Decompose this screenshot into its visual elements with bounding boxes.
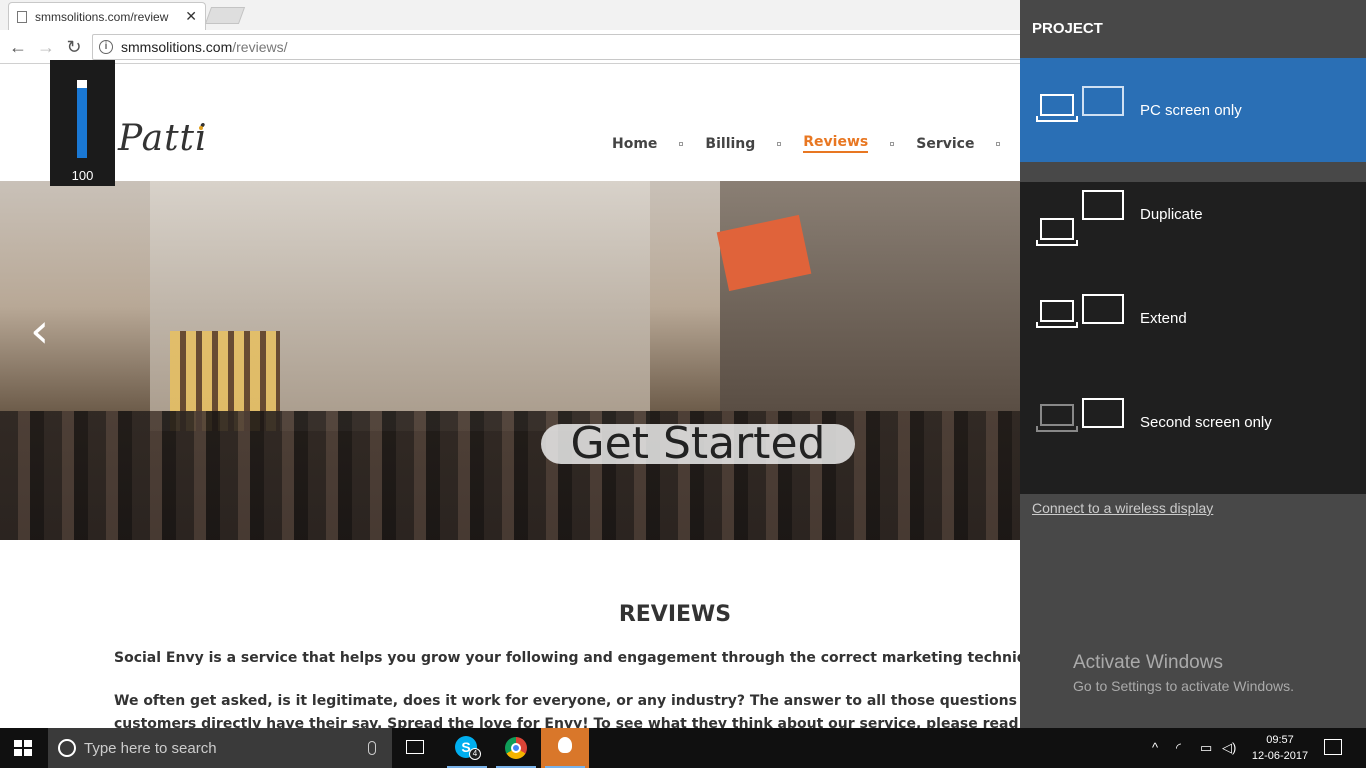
battery-icon[interactable]: ▭ <box>1200 728 1212 768</box>
taskbar: Type here to search S 4 ^ ◜ ▭ ◁) 09:57 1… <box>0 728 1366 768</box>
tab-title: smmsolitions.com/review <box>35 9 169 24</box>
network-icon[interactable]: ◜ <box>1176 728 1181 768</box>
volume-fill <box>77 87 87 158</box>
skype-taskbar-icon[interactable]: S 4 <box>443 728 491 768</box>
site-logo[interactable]: Patti <box>118 118 208 159</box>
monitor-icon <box>1082 294 1124 324</box>
task-view-button[interactable] <box>392 728 440 768</box>
activate-windows-watermark: Activate Windows Go to Settings to activ… <box>1073 652 1294 694</box>
laptop-icon <box>1036 300 1078 328</box>
laptop-icon <box>1036 404 1078 432</box>
get-started-button[interactable]: Get Started <box>541 422 855 466</box>
logo-dot <box>199 126 203 130</box>
new-tab-button[interactable] <box>204 7 246 24</box>
option-extend[interactable]: Extend <box>1020 286 1366 390</box>
clock-date: 12-06-2017 <box>1251 750 1309 762</box>
nav-separator <box>777 141 782 146</box>
microphone-icon[interactable] <box>368 741 376 755</box>
start-button[interactable] <box>14 740 32 756</box>
site-nav: Home Billing Reviews Service Su <box>612 134 1043 153</box>
reviews-paragraph: Social Envy is a service that helps you … <box>114 650 1060 666</box>
reviews-paragraph: We often get asked, is it legitimate, do… <box>114 693 1088 709</box>
monitor-icon <box>1082 398 1124 428</box>
nav-separator <box>679 141 684 146</box>
monitor-icon <box>1082 86 1124 116</box>
clock-time: 09:57 <box>1266 734 1294 746</box>
reload-icon[interactable]: ↻ <box>64 37 84 57</box>
forward-icon[interactable]: → <box>36 37 56 57</box>
option-label: Duplicate <box>1140 206 1203 223</box>
volume-osd: 100 <box>50 60 115 186</box>
nav-separator <box>890 141 895 146</box>
browser-tab[interactable]: smmsolitions.com/review ✕ <box>8 2 206 30</box>
tips-taskbar-icon[interactable] <box>541 728 589 768</box>
action-center-icon[interactable] <box>1324 739 1342 755</box>
taskbar-clock[interactable]: 09:57 12-06-2017 <box>1250 732 1310 764</box>
watermark-subtitle: Go to Settings to activate Windows. <box>1073 678 1294 694</box>
option-label: Extend <box>1140 310 1187 327</box>
option-pc-screen-only[interactable]: PC screen only <box>1020 58 1366 162</box>
nav-billing[interactable]: Billing <box>705 136 755 152</box>
connect-wireless-display-link[interactable]: Connect to a wireless display <box>1032 500 1213 516</box>
project-panel: PROJECT PC screen only Duplicate Extend … <box>1020 0 1366 728</box>
url-path: /reviews/ <box>232 39 288 55</box>
skype-badge: 4 <box>469 748 481 760</box>
nav-reviews[interactable]: Reviews <box>803 134 869 153</box>
volume-track[interactable] <box>77 80 87 158</box>
laptop-icon <box>1036 94 1078 122</box>
watermark-title: Activate Windows <box>1073 652 1223 673</box>
info-icon[interactable]: i <box>99 40 113 54</box>
cortana-icon[interactable] <box>58 739 76 757</box>
search-placeholder: Type here to search <box>84 739 217 757</box>
nav-service[interactable]: Service <box>916 136 974 152</box>
nav-home[interactable]: Home <box>612 136 657 152</box>
volume-value: 100 <box>71 168 94 183</box>
carousel-prev-icon[interactable]: ‹ <box>30 307 60 355</box>
chevron-up-icon[interactable]: ^ <box>1152 728 1158 768</box>
taskbar-search[interactable]: Type here to search <box>48 728 392 768</box>
option-duplicate[interactable]: Duplicate <box>1020 182 1366 286</box>
volume-icon[interactable]: ◁) <box>1222 728 1236 768</box>
option-second-screen-only[interactable]: Second screen only <box>1020 390 1366 494</box>
back-icon[interactable]: ← <box>8 37 28 57</box>
chrome-taskbar-icon[interactable] <box>492 728 540 768</box>
nav-separator <box>996 141 1001 146</box>
close-icon[interactable]: ✕ <box>185 8 197 25</box>
hero-building <box>720 181 1020 411</box>
laptop-icon <box>1036 218 1078 246</box>
option-label: Second screen only <box>1140 414 1272 431</box>
option-label: PC screen only <box>1140 102 1242 119</box>
project-title: PROJECT <box>1032 20 1103 37</box>
monitor-icon <box>1082 190 1124 220</box>
page-icon <box>17 10 27 23</box>
url-host: smmsolitions.com <box>121 39 233 55</box>
